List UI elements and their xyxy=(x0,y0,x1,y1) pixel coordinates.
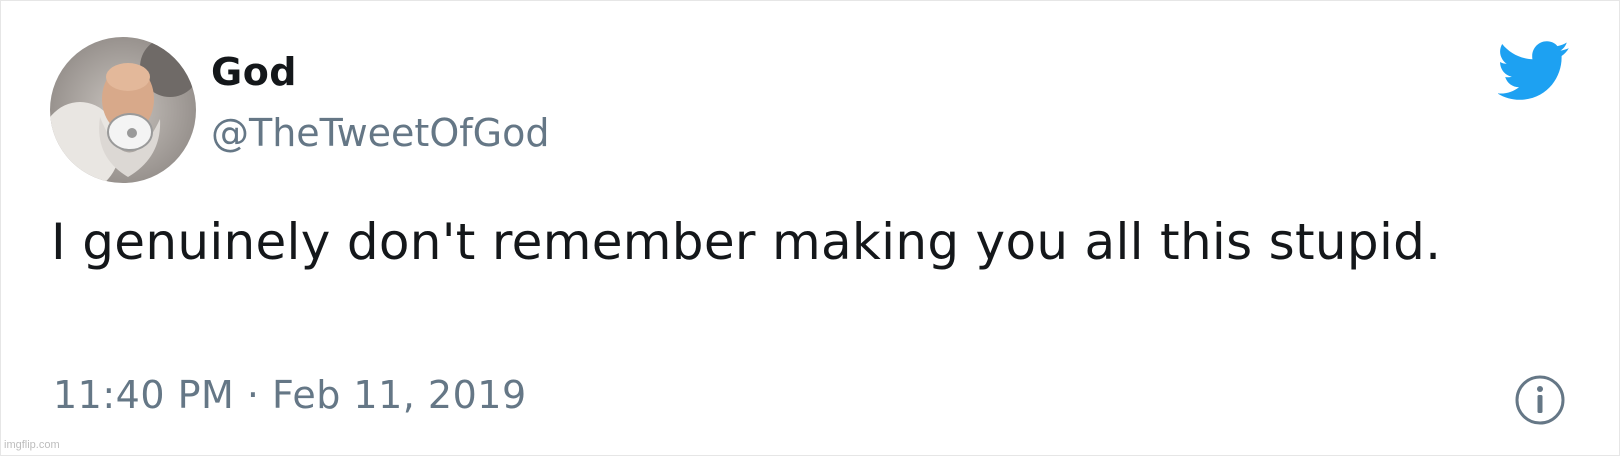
twitter-bird-icon[interactable] xyxy=(1497,41,1570,101)
avatar[interactable] xyxy=(50,37,196,183)
info-icon[interactable] xyxy=(1514,374,1566,426)
author-handle[interactable]: @TheTweetOfGod xyxy=(211,114,549,152)
imgflip-watermark: imgflip.com xyxy=(4,439,60,451)
tweet-time[interactable]: 11:40 PM xyxy=(53,373,234,417)
tweet-text: I genuinely don't remember making you al… xyxy=(51,213,1442,271)
tweet-card: God @TheTweetOfGod I genuinely don't rem… xyxy=(0,0,1620,456)
tweet-timestamp[interactable]: 11:40 PM · Feb 11, 2019 xyxy=(53,376,527,414)
tweet-date[interactable]: Feb 11, 2019 xyxy=(272,373,527,417)
author-name[interactable]: God xyxy=(211,53,297,91)
avatar-image xyxy=(50,37,196,183)
meta-separator: · xyxy=(234,373,273,417)
